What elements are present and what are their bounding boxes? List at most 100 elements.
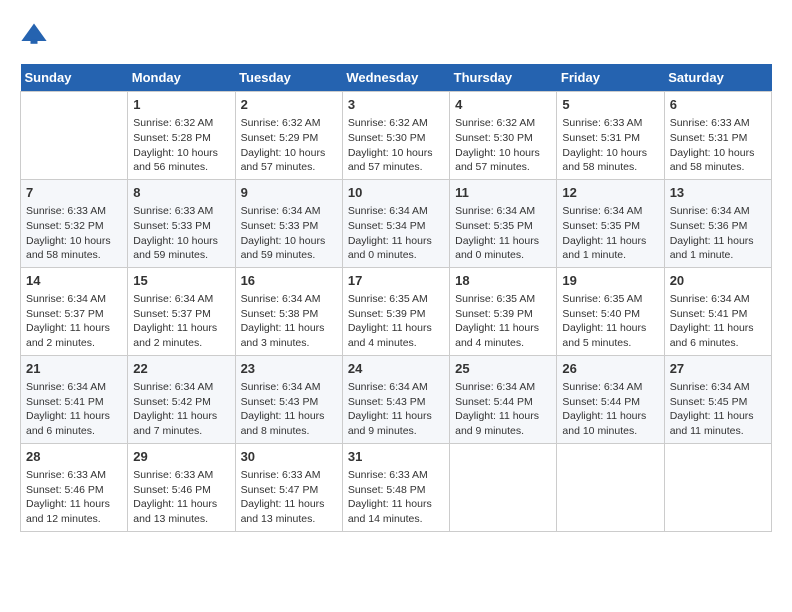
day-header-sunday: Sunday bbox=[21, 64, 128, 92]
cell-info: Sunrise: 6:34 AMSunset: 5:37 PMDaylight:… bbox=[133, 293, 217, 349]
calendar-cell: 20 Sunrise: 6:34 AMSunset: 5:41 PMDayligh… bbox=[664, 267, 771, 355]
cell-info: Sunrise: 6:33 AMSunset: 5:31 PMDaylight:… bbox=[562, 117, 647, 173]
page-header bbox=[20, 20, 772, 48]
day-number: 31 bbox=[348, 448, 444, 466]
calendar-cell: 9 Sunrise: 6:34 AMSunset: 5:33 PMDaylight… bbox=[235, 179, 342, 267]
cell-info: Sunrise: 6:33 AMSunset: 5:47 PMDaylight:… bbox=[241, 469, 325, 525]
day-number: 22 bbox=[133, 360, 229, 378]
cell-info: Sunrise: 6:35 AMSunset: 5:40 PMDaylight:… bbox=[562, 293, 646, 349]
day-number: 18 bbox=[455, 272, 551, 290]
cell-info: Sunrise: 6:33 AMSunset: 5:32 PMDaylight:… bbox=[26, 205, 111, 261]
day-number: 23 bbox=[241, 360, 337, 378]
day-number: 14 bbox=[26, 272, 122, 290]
cell-info: Sunrise: 6:34 AMSunset: 5:45 PMDaylight:… bbox=[670, 381, 754, 437]
calendar-cell: 14 Sunrise: 6:34 AMSunset: 5:37 PMDayligh… bbox=[21, 267, 128, 355]
day-header-friday: Friday bbox=[557, 64, 664, 92]
cell-info: Sunrise: 6:35 AMSunset: 5:39 PMDaylight:… bbox=[348, 293, 432, 349]
cell-info: Sunrise: 6:33 AMSunset: 5:46 PMDaylight:… bbox=[26, 469, 110, 525]
day-number: 29 bbox=[133, 448, 229, 466]
calendar-week-row: 28Sunrise: 6:33 AMSunset: 5:46 PMDayligh… bbox=[21, 443, 772, 531]
calendar-week-row: 21Sunrise: 6:34 AMSunset: 5:41 PMDayligh… bbox=[21, 355, 772, 443]
day-number: 13 bbox=[670, 184, 766, 202]
day-number: 12 bbox=[562, 184, 658, 202]
calendar-week-row: 1 Sunrise: 6:32 AMSunset: 5:28 PMDaylight… bbox=[21, 92, 772, 180]
day-number: 25 bbox=[455, 360, 551, 378]
day-number: 9 bbox=[241, 184, 337, 202]
cell-info: Sunrise: 6:34 AMSunset: 5:33 PMDaylight:… bbox=[241, 205, 326, 261]
calendar-cell: 6 Sunrise: 6:33 AMSunset: 5:31 PMDaylight… bbox=[664, 92, 771, 180]
calendar-cell: 5Sunrise: 6:33 AMSunset: 5:31 PMDaylight… bbox=[557, 92, 664, 180]
day-header-tuesday: Tuesday bbox=[235, 64, 342, 92]
day-number: 24 bbox=[348, 360, 444, 378]
calendar-cell: 4 Sunrise: 6:32 AMSunset: 5:30 PMDaylight… bbox=[450, 92, 557, 180]
cell-info: Sunrise: 6:34 AMSunset: 5:44 PMDaylight:… bbox=[455, 381, 539, 437]
calendar-cell: 15 Sunrise: 6:34 AMSunset: 5:37 PMDayligh… bbox=[128, 267, 235, 355]
calendar-cell: 17Sunrise: 6:35 AMSunset: 5:39 PMDayligh… bbox=[342, 267, 449, 355]
day-number: 26 bbox=[562, 360, 658, 378]
day-number: 1 bbox=[133, 96, 229, 114]
cell-info: Sunrise: 6:34 AMSunset: 5:38 PMDaylight:… bbox=[241, 293, 325, 349]
calendar-cell: 11 Sunrise: 6:34 AMSunset: 5:35 PMDayligh… bbox=[450, 179, 557, 267]
calendar-cell: 28Sunrise: 6:33 AMSunset: 5:46 PMDayligh… bbox=[21, 443, 128, 531]
cell-info: Sunrise: 6:34 AMSunset: 5:36 PMDaylight:… bbox=[670, 205, 754, 261]
day-header-monday: Monday bbox=[128, 64, 235, 92]
calendar-cell: 21Sunrise: 6:34 AMSunset: 5:41 PMDayligh… bbox=[21, 355, 128, 443]
calendar-table: SundayMondayTuesdayWednesdayThursdayFrid… bbox=[20, 64, 772, 532]
cell-info: Sunrise: 6:33 AMSunset: 5:48 PMDaylight:… bbox=[348, 469, 432, 525]
calendar-cell: 30 Sunrise: 6:33 AMSunset: 5:47 PMDayligh… bbox=[235, 443, 342, 531]
day-number: 15 bbox=[133, 272, 229, 290]
cell-info: Sunrise: 6:34 AMSunset: 5:37 PMDaylight:… bbox=[26, 293, 110, 349]
calendar-cell: 19 Sunrise: 6:35 AMSunset: 5:40 PMDayligh… bbox=[557, 267, 664, 355]
cell-info: Sunrise: 6:34 AMSunset: 5:35 PMDaylight:… bbox=[455, 205, 539, 261]
calendar-cell: 10 Sunrise: 6:34 AMSunset: 5:34 PMDayligh… bbox=[342, 179, 449, 267]
calendar-cell: 3 Sunrise: 6:32 AMSunset: 5:30 PMDaylight… bbox=[342, 92, 449, 180]
cell-info: Sunrise: 6:33 AMSunset: 5:33 PMDaylight:… bbox=[133, 205, 218, 261]
calendar-cell bbox=[450, 443, 557, 531]
calendar-cell bbox=[664, 443, 771, 531]
cell-info: Sunrise: 6:34 AMSunset: 5:43 PMDaylight:… bbox=[241, 381, 325, 437]
day-number: 11 bbox=[455, 184, 551, 202]
calendar-cell: 24Sunrise: 6:34 AMSunset: 5:43 PMDayligh… bbox=[342, 355, 449, 443]
calendar-cell: 26 Sunrise: 6:34 AMSunset: 5:44 PMDayligh… bbox=[557, 355, 664, 443]
day-number: 2 bbox=[241, 96, 337, 114]
cell-info: Sunrise: 6:33 AMSunset: 5:31 PMDaylight:… bbox=[670, 117, 755, 173]
cell-info: Sunrise: 6:35 AMSunset: 5:39 PMDaylight:… bbox=[455, 293, 539, 349]
cell-info: Sunrise: 6:33 AMSunset: 5:46 PMDaylight:… bbox=[133, 469, 217, 525]
day-number: 4 bbox=[455, 96, 551, 114]
cell-info: Sunrise: 6:34 AMSunset: 5:42 PMDaylight:… bbox=[133, 381, 217, 437]
calendar-cell bbox=[557, 443, 664, 531]
day-header-wednesday: Wednesday bbox=[342, 64, 449, 92]
cell-info: Sunrise: 6:34 AMSunset: 5:44 PMDaylight:… bbox=[562, 381, 646, 437]
day-number: 19 bbox=[562, 272, 658, 290]
logo bbox=[20, 20, 50, 48]
calendar-header-row: SundayMondayTuesdayWednesdayThursdayFrid… bbox=[21, 64, 772, 92]
calendar-cell: 23 Sunrise: 6:34 AMSunset: 5:43 PMDayligh… bbox=[235, 355, 342, 443]
cell-info: Sunrise: 6:34 AMSunset: 5:41 PMDaylight:… bbox=[670, 293, 754, 349]
calendar-cell: 2 Sunrise: 6:32 AMSunset: 5:29 PMDaylight… bbox=[235, 92, 342, 180]
calendar-week-row: 7 Sunrise: 6:33 AMSunset: 5:32 PMDaylight… bbox=[21, 179, 772, 267]
cell-info: Sunrise: 6:32 AMSunset: 5:28 PMDaylight:… bbox=[133, 117, 218, 173]
day-number: 30 bbox=[241, 448, 337, 466]
day-number: 21 bbox=[26, 360, 122, 378]
calendar-cell: 12 Sunrise: 6:34 AMSunset: 5:35 PMDayligh… bbox=[557, 179, 664, 267]
day-number: 27 bbox=[670, 360, 766, 378]
calendar-cell: 16Sunrise: 6:34 AMSunset: 5:38 PMDayligh… bbox=[235, 267, 342, 355]
calendar-cell: 29 Sunrise: 6:33 AMSunset: 5:46 PMDayligh… bbox=[128, 443, 235, 531]
calendar-cell: 8Sunrise: 6:33 AMSunset: 5:33 PMDaylight… bbox=[128, 179, 235, 267]
cell-info: Sunrise: 6:34 AMSunset: 5:34 PMDaylight:… bbox=[348, 205, 432, 261]
cell-info: Sunrise: 6:32 AMSunset: 5:30 PMDaylight:… bbox=[455, 117, 540, 173]
calendar-cell: 31 Sunrise: 6:33 AMSunset: 5:48 PMDayligh… bbox=[342, 443, 449, 531]
day-number: 10 bbox=[348, 184, 444, 202]
calendar-cell: 18 Sunrise: 6:35 AMSunset: 5:39 PMDayligh… bbox=[450, 267, 557, 355]
day-number: 20 bbox=[670, 272, 766, 290]
day-header-thursday: Thursday bbox=[450, 64, 557, 92]
cell-info: Sunrise: 6:34 AMSunset: 5:35 PMDaylight:… bbox=[562, 205, 646, 261]
calendar-cell: 25 Sunrise: 6:34 AMSunset: 5:44 PMDayligh… bbox=[450, 355, 557, 443]
day-number: 7 bbox=[26, 184, 122, 202]
day-number: 3 bbox=[348, 96, 444, 114]
calendar-cell: 7 Sunrise: 6:33 AMSunset: 5:32 PMDaylight… bbox=[21, 179, 128, 267]
logo-icon bbox=[20, 20, 48, 48]
cell-info: Sunrise: 6:32 AMSunset: 5:30 PMDaylight:… bbox=[348, 117, 433, 173]
cell-info: Sunrise: 6:32 AMSunset: 5:29 PMDaylight:… bbox=[241, 117, 326, 173]
day-number: 6 bbox=[670, 96, 766, 114]
